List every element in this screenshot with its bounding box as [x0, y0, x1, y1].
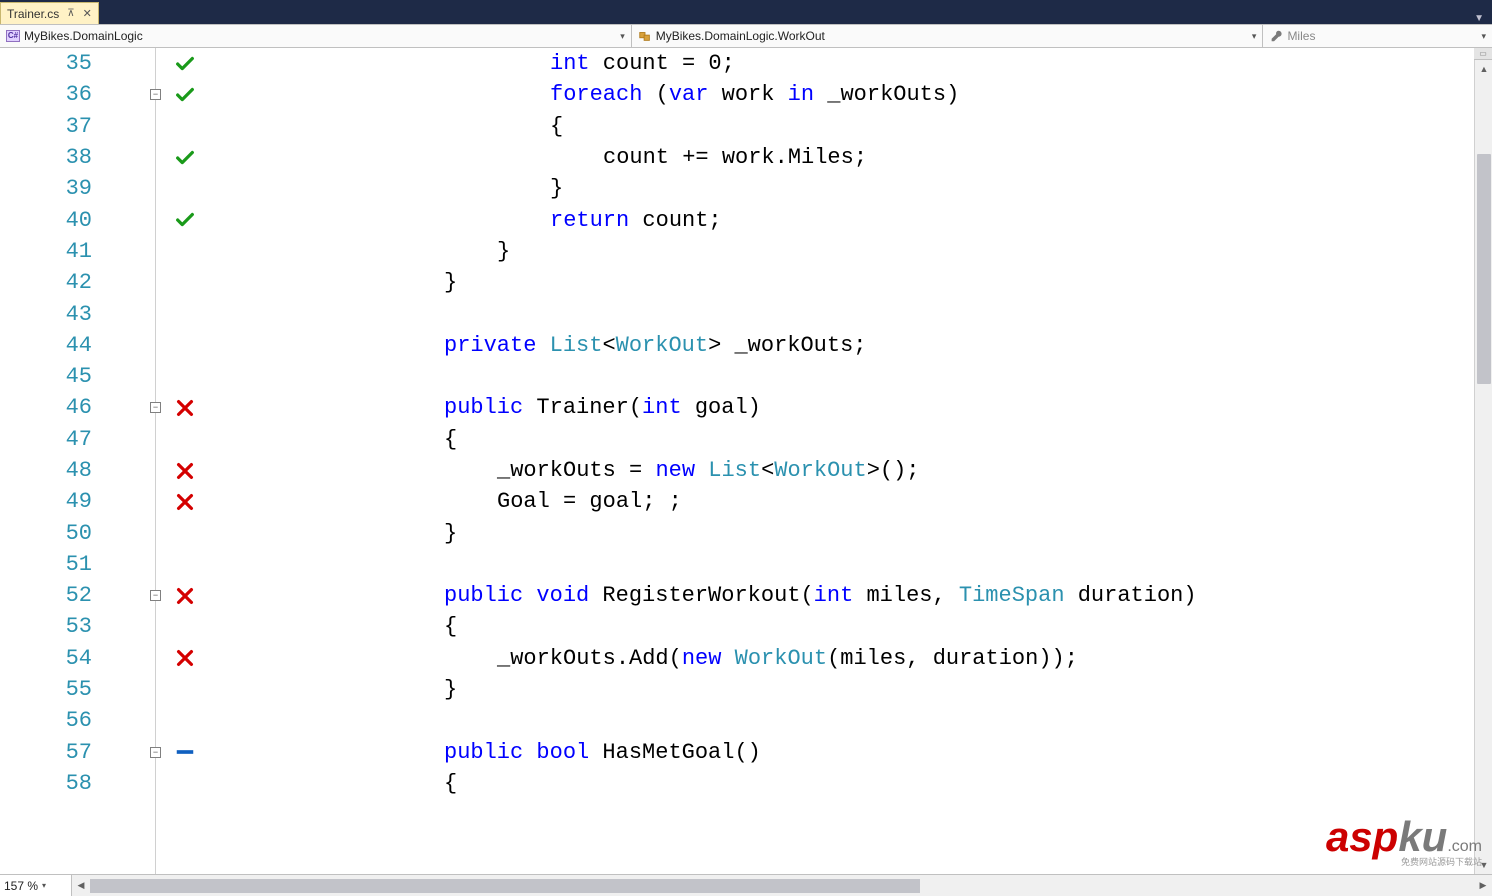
code-line[interactable]: }	[338, 173, 1492, 204]
line-number: 35	[0, 51, 106, 76]
test-fail-icon	[174, 397, 196, 419]
line-number: 45	[0, 364, 106, 389]
line-number: 37	[0, 114, 106, 139]
line-number: 57	[0, 740, 106, 765]
code-line[interactable]: public void RegisterWorkout(int miles, T…	[338, 580, 1492, 611]
test-pass-icon	[174, 53, 196, 75]
vertical-scrollbar[interactable]: ▭ ▲ ▼	[1474, 48, 1492, 874]
line-number: 53	[0, 614, 106, 639]
line-number: 58	[0, 771, 106, 796]
line-number: 41	[0, 239, 106, 264]
nav-member[interactable]: Miles ▾	[1263, 25, 1492, 47]
zoom-select[interactable]: 157 % ▾	[0, 875, 72, 896]
code-line[interactable]: _workOuts = new List<WorkOut>();	[338, 455, 1492, 486]
code-line[interactable]: _workOuts.Add(new WorkOut(miles, duratio…	[338, 643, 1492, 674]
code-line[interactable]: {	[338, 768, 1492, 799]
fold-toggle[interactable]: −	[150, 747, 161, 758]
test-pass-icon	[174, 84, 196, 106]
test-pass-icon	[174, 209, 196, 231]
code-line[interactable]: }	[338, 236, 1492, 267]
tab-overflow-icon[interactable]: ▼	[1466, 13, 1492, 24]
test-fail-icon	[174, 585, 196, 607]
file-tab[interactable]: Trainer.cs ⊼ ✕	[0, 2, 99, 24]
code-area[interactable]: int count = 0;foreach (var work in _work…	[338, 48, 1492, 874]
code-line[interactable]: return count;	[338, 204, 1492, 235]
chevron-down-icon: ▾	[42, 881, 46, 890]
editor-margin: − − − −	[132, 48, 338, 874]
line-number: 40	[0, 208, 106, 233]
zoom-value: 157 %	[4, 879, 38, 893]
code-line[interactable]: {	[338, 424, 1492, 455]
code-line[interactable]: foreach (var work in _workOuts)	[338, 79, 1492, 110]
splitter-icon[interactable]: ▭	[1474, 48, 1492, 60]
code-line[interactable]	[338, 549, 1492, 580]
line-number: 46	[0, 395, 106, 420]
scroll-up-button[interactable]: ▲	[1475, 60, 1492, 78]
scroll-down-button[interactable]: ▼	[1475, 856, 1492, 874]
test-pass-icon	[174, 147, 196, 169]
line-number: 50	[0, 521, 106, 546]
code-line[interactable]	[338, 361, 1492, 392]
line-number: 52	[0, 583, 106, 608]
nav-namespace-label: MyBikes.DomainLogic	[24, 29, 143, 43]
code-line[interactable]: {	[338, 611, 1492, 642]
code-line[interactable]	[338, 298, 1492, 329]
line-number: 38	[0, 145, 106, 170]
test-fail-icon	[174, 460, 196, 482]
code-line[interactable]: {	[338, 111, 1492, 142]
line-number: 54	[0, 646, 106, 671]
code-line[interactable]: int count = 0;	[338, 48, 1492, 79]
test-notrun-icon	[174, 741, 196, 763]
code-line[interactable]: }	[338, 674, 1492, 705]
scroll-thumb[interactable]	[90, 879, 920, 893]
code-line[interactable]: Goal = goal; ;	[338, 486, 1492, 517]
fold-toggle[interactable]: −	[150, 590, 161, 601]
scroll-thumb[interactable]	[1477, 154, 1491, 384]
code-line[interactable]	[338, 705, 1492, 736]
wrench-icon	[1269, 29, 1283, 43]
tab-bar: Trainer.cs ⊼ ✕ ▼	[0, 0, 1492, 24]
line-number: 43	[0, 302, 106, 327]
code-line[interactable]: count += work.Miles;	[338, 142, 1492, 173]
line-number: 56	[0, 708, 106, 733]
test-fail-icon	[174, 647, 196, 669]
scroll-left-button[interactable]: ◀	[72, 877, 90, 895]
status-bar: 157 % ▾ ◀ ▶	[0, 874, 1492, 896]
csharp-icon: C#	[6, 30, 20, 42]
horizontal-scrollbar[interactable]: ◀ ▶	[72, 877, 1492, 895]
fold-toggle[interactable]: −	[150, 89, 161, 100]
line-number: 39	[0, 176, 106, 201]
nav-namespace[interactable]: C# MyBikes.DomainLogic ▾	[0, 25, 632, 47]
line-number: 44	[0, 333, 106, 358]
chevron-down-icon: ▾	[1252, 31, 1257, 42]
pin-icon[interactable]: ⊼	[67, 8, 74, 19]
code-line[interactable]: private List<WorkOut> _workOuts;	[338, 330, 1492, 361]
code-editor[interactable]: 35 36 37 38 39 40 41 42 43 44 45 46 47 48 49 50 51 52 53 54…	[0, 48, 1492, 874]
line-number: 36	[0, 82, 106, 107]
nav-class[interactable]: MyBikes.DomainLogic.WorkOut ▾	[632, 25, 1264, 47]
code-line[interactable]: public Trainer(int goal)	[338, 392, 1492, 423]
line-number: 48	[0, 458, 106, 483]
code-line[interactable]: }	[338, 517, 1492, 548]
line-number-gutter: 35 36 37 38 39 40 41 42 43 44 45 46 47 48 49 50 51 52 53 54…	[0, 48, 132, 874]
line-number: 47	[0, 427, 106, 452]
fold-toggle[interactable]: −	[150, 402, 161, 413]
navigation-bar: C# MyBikes.DomainLogic ▾ MyBikes.DomainL…	[0, 24, 1492, 48]
line-number: 42	[0, 270, 106, 295]
line-number: 55	[0, 677, 106, 702]
nav-member-label: Miles	[1287, 29, 1315, 43]
test-fail-icon	[174, 491, 196, 513]
close-icon[interactable]: ✕	[83, 7, 92, 20]
code-line[interactable]: public bool HasMetGoal()	[338, 737, 1492, 768]
code-line[interactable]: }	[338, 267, 1492, 298]
chevron-down-icon: ▾	[620, 31, 625, 42]
chevron-down-icon: ▾	[1481, 31, 1486, 42]
tab-label: Trainer.cs	[7, 7, 59, 21]
class-icon	[638, 29, 652, 43]
line-number: 51	[0, 552, 106, 577]
line-number: 49	[0, 489, 106, 514]
scroll-right-button[interactable]: ▶	[1474, 877, 1492, 895]
nav-class-label: MyBikes.DomainLogic.WorkOut	[656, 29, 825, 43]
